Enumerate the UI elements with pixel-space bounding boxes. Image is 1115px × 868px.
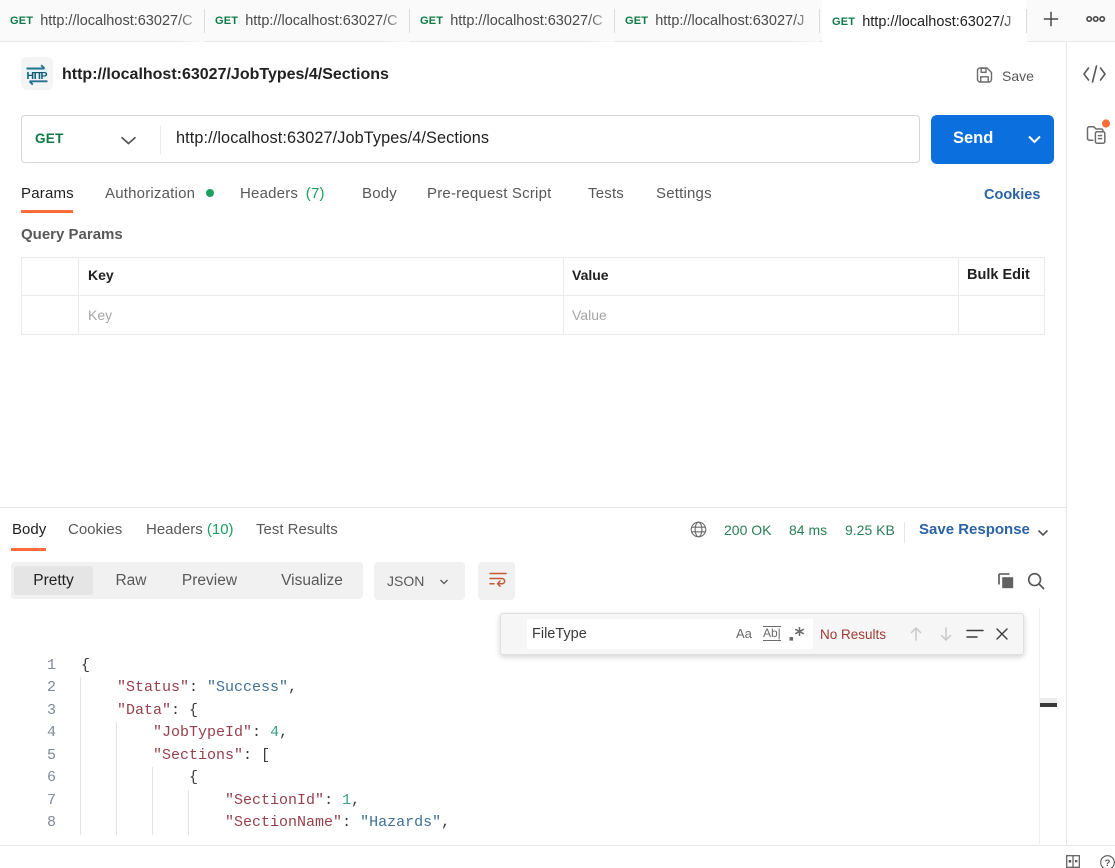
svg-text:HTTP: HTTP [27, 70, 48, 82]
svg-text:?: ? [1105, 858, 1111, 868]
